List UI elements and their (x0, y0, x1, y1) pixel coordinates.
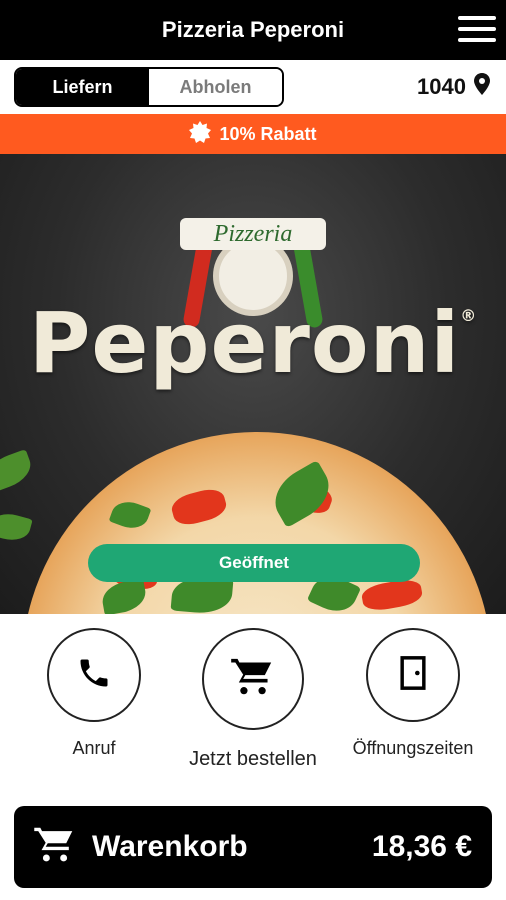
zip-selector[interactable]: 1040 (417, 72, 490, 102)
location-pin-icon (474, 73, 490, 101)
tab-liefern[interactable]: Liefern (16, 69, 149, 105)
cart-icon (231, 657, 275, 702)
hamburger-menu-icon[interactable] (458, 12, 496, 46)
order-now-action[interactable]: Jetzt bestellen (178, 628, 328, 771)
logo-wordmark: Peperoni® (28, 294, 478, 392)
tab-abholen[interactable]: Abholen (149, 69, 282, 105)
opening-hours-action[interactable]: Öffnungszeiten (338, 628, 488, 759)
hero-image: Pizzeria Peperoni® Geöffnet (0, 154, 506, 614)
top-app-bar: Pizzeria Peperoni (0, 0, 506, 60)
zip-code: 1040 (417, 74, 466, 99)
discount-banner[interactable]: 10% Rabatt (0, 114, 506, 154)
opening-hours-label: Öffnungszeiten (352, 738, 474, 758)
app-title: Pizzeria Peperoni (161, 17, 345, 42)
basil-leaf-decoration (0, 509, 33, 545)
call-button[interactable] (47, 628, 141, 722)
call-action[interactable]: Anruf (19, 628, 169, 759)
basil-leaf-decoration (0, 449, 36, 493)
phone-icon (76, 655, 112, 696)
order-now-label: Jetzt bestellen (189, 748, 317, 770)
order-now-button[interactable] (202, 628, 304, 730)
order-mode-bar: Liefern Abholen 1040 (0, 60, 506, 114)
quick-actions: Anruf Jetzt bestellen Öffnungszeiten (0, 614, 506, 800)
logo-banner-text: Pizzeria (180, 218, 326, 250)
cart-icon (34, 826, 76, 869)
call-label: Anruf (72, 738, 116, 758)
badge-icon (189, 120, 212, 148)
pizza-image (22, 432, 492, 614)
discount-label: 10% Rabatt (219, 123, 317, 144)
door-icon (400, 655, 426, 696)
delivery-pickup-toggle: Liefern Abholen (14, 67, 284, 107)
cart-bar[interactable]: Warenkorb 18,36 € (14, 806, 492, 888)
cart-label: Warenkorb (92, 830, 248, 863)
opening-hours-button[interactable] (366, 628, 460, 722)
cart-total: 18,36 € (371, 830, 472, 863)
open-status-badge[interactable]: Geöffnet (88, 544, 420, 582)
